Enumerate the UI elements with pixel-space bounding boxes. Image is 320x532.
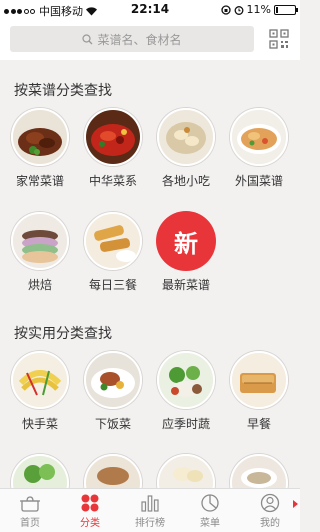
category-image	[230, 351, 288, 409]
tab-home[interactable]: 首页	[0, 489, 60, 532]
search-header: 菜谱名、食材名	[0, 20, 300, 60]
category-item-foreign-cuisine[interactable]: 外国菜谱	[224, 108, 294, 189]
tab-label: 我的	[260, 517, 280, 529]
tab-bar: 首页 分类 排行榜 菜单 我的	[0, 488, 300, 532]
tab-label: 排行榜	[135, 517, 165, 529]
category-image	[11, 351, 69, 409]
category-label: 快手菜	[21, 417, 58, 431]
category-label: 各地小吃	[161, 174, 210, 188]
new-badge-icon: 新	[157, 212, 215, 270]
category-item-breakfast[interactable]: 早餐	[224, 351, 294, 432]
orientation-lock-icon	[220, 4, 231, 15]
category-item-rice-dishes[interactable]: 下饭菜	[78, 351, 148, 432]
category-item-daily-meals[interactable]: 每日三餐	[78, 212, 148, 293]
status-bar: 中国移动 22:14 11%	[0, 0, 300, 20]
search-placeholder: 菜谱名、食材名	[97, 32, 182, 47]
battery-icon	[274, 4, 298, 15]
category-dots-icon	[81, 494, 99, 511]
section-title-practical-category: 按实用分类查找	[14, 326, 112, 342]
category-item-home-cooking[interactable]: 家常菜谱	[5, 108, 75, 189]
tab-label: 分类	[80, 517, 100, 529]
pot-icon	[20, 495, 40, 512]
category-label: 家常菜谱	[15, 174, 64, 188]
category-label: 外国菜谱	[234, 174, 283, 188]
category-image	[11, 212, 69, 270]
alarm-icon	[234, 5, 243, 15]
search-icon	[82, 33, 93, 44]
category-label: 烘焙	[27, 278, 52, 292]
category-item-quick-dishes[interactable]: 快手菜	[5, 351, 75, 432]
category-item-latest-recipes[interactable]: 新 最新菜谱	[151, 212, 221, 293]
category-label: 应季时蔬	[161, 417, 210, 431]
section-title-recipe-category: 按菜谱分类查找	[14, 83, 112, 99]
tab-menu[interactable]: 菜单	[180, 489, 240, 532]
category-image	[157, 351, 215, 409]
category-label: 每日三餐	[88, 278, 137, 292]
tab-label: 菜单	[200, 517, 220, 529]
category-item-baking[interactable]: 烘焙	[5, 212, 75, 293]
category-label: 早餐	[246, 417, 271, 431]
category-item-chinese-cuisine[interactable]: 中华菜系	[78, 108, 148, 189]
arrow-icon	[293, 500, 298, 508]
category-label: 中华菜系	[88, 174, 137, 188]
category-image	[11, 108, 69, 166]
category-image	[157, 108, 215, 166]
bar-chart-icon	[141, 494, 159, 512]
category-image	[84, 212, 142, 270]
category-image	[84, 108, 142, 166]
battery-percent: 11%	[246, 3, 271, 16]
category-label: 最新菜谱	[161, 278, 210, 292]
tab-mine[interactable]: 我的	[240, 489, 300, 532]
category-item-seasonal-vegetables[interactable]: 应季时蔬	[151, 351, 221, 432]
user-icon	[260, 493, 280, 512]
tab-ranking[interactable]: 排行榜	[120, 489, 180, 532]
tab-label: 首页	[20, 517, 40, 529]
menu-pie-icon	[201, 493, 219, 512]
tab-category[interactable]: 分类	[60, 489, 120, 532]
category-item-local-snacks[interactable]: 各地小吃	[151, 108, 221, 189]
category-label: 下饭菜	[94, 417, 131, 431]
search-input[interactable]: 菜谱名、食材名	[10, 26, 254, 52]
category-image	[230, 108, 288, 166]
qr-code-icon[interactable]	[268, 28, 290, 50]
category-image	[84, 351, 142, 409]
